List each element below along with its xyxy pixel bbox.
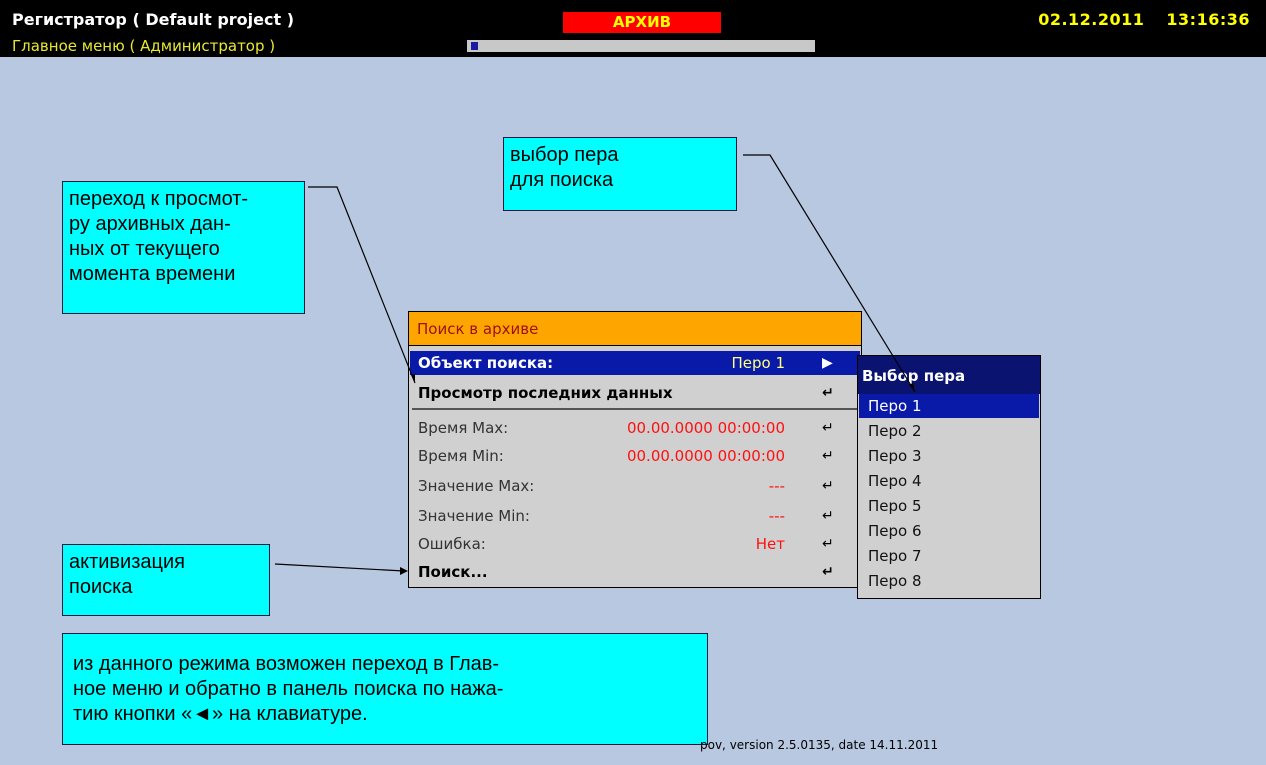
- recorder-screen: Регистратор ( Default project ) Главное …: [0, 0, 1266, 765]
- leader-line-view-latest: [308, 186, 416, 384]
- leader-line-activate-search: [274, 563, 405, 572]
- leader-line-pen-select: [743, 154, 916, 393]
- arrowhead: [411, 374, 415, 383]
- arrowhead: [400, 567, 408, 575]
- annotation-leader-lines: [274, 154, 916, 575]
